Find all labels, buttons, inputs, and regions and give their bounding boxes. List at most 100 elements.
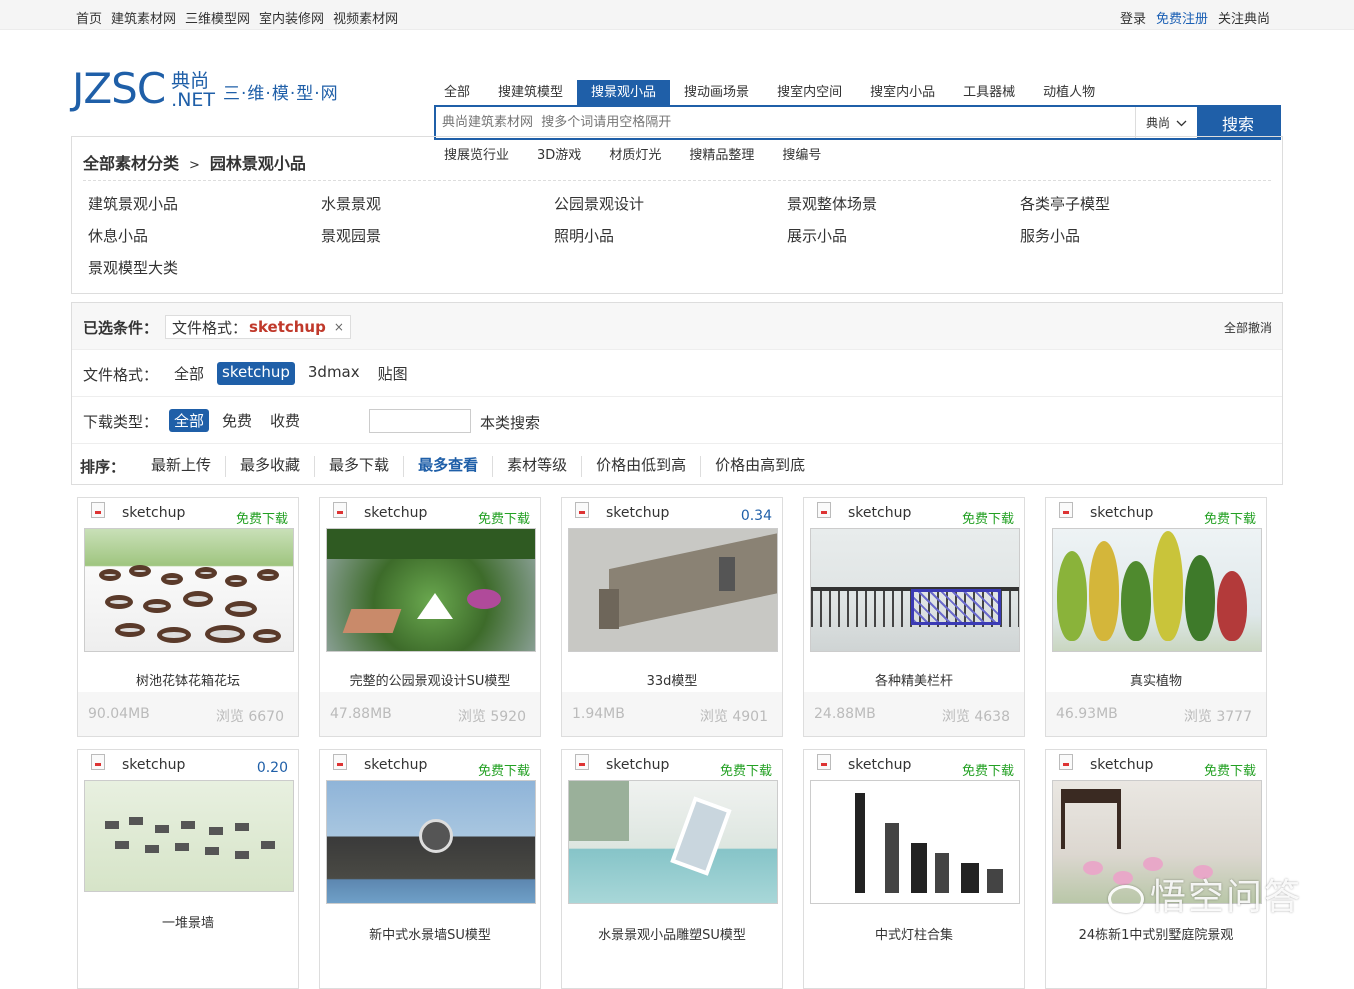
model-thumbnail[interactable] bbox=[84, 780, 294, 892]
sort-price-desc[interactable]: 价格由高到底 bbox=[701, 456, 819, 477]
sort-most-viewed[interactable]: 最多查看 bbox=[404, 456, 494, 477]
price-label[interactable]: 免费下载 bbox=[962, 508, 1014, 527]
nav-home-link[interactable]: 首页 bbox=[76, 8, 102, 27]
model-thumbnail[interactable] bbox=[326, 528, 536, 652]
nav-interior-link[interactable]: 室内装修网 bbox=[259, 8, 324, 27]
model-thumbnail[interactable] bbox=[84, 528, 294, 652]
category-link[interactable]: 服务小品 bbox=[1020, 225, 1253, 246]
model-title[interactable]: 33d模型 bbox=[562, 670, 782, 689]
tab-all[interactable]: 全部 bbox=[434, 80, 484, 106]
category-link[interactable]: 各类亭子模型 bbox=[1020, 193, 1253, 214]
site-logo[interactable]: JZSC 典尚 .NET 三·维·模·型·网 bbox=[72, 68, 339, 110]
model-card[interactable]: sketchup 免费下载 水景景观小品雕塑SU模型 bbox=[561, 749, 783, 989]
follow-link[interactable]: 关注典尚 bbox=[1218, 8, 1270, 27]
model-card[interactable]: sketchup 0.34 33d模型 1.94MB 浏览 4901 bbox=[561, 497, 783, 737]
category-search-input[interactable] bbox=[369, 409, 471, 433]
format-option-all[interactable]: 全部 bbox=[169, 362, 209, 385]
model-thumbnail[interactable] bbox=[568, 528, 778, 652]
file-format: sketchup bbox=[122, 757, 186, 773]
file-size: 90.04MB bbox=[88, 706, 150, 722]
model-thumbnail[interactable] bbox=[810, 528, 1020, 652]
download-option-all[interactable]: 全部 bbox=[169, 409, 210, 432]
model-thumbnail[interactable] bbox=[326, 780, 536, 904]
price-label[interactable]: 免费下载 bbox=[1204, 508, 1256, 527]
file-size: 24.88MB bbox=[814, 706, 876, 722]
search-scope-select[interactable]: 典尚 bbox=[1135, 107, 1197, 138]
tab-building-models[interactable]: 搜建筑模型 bbox=[484, 80, 577, 106]
model-title[interactable]: 24栋新1中式别墅庭院景观 bbox=[1046, 924, 1266, 943]
model-title[interactable]: 中式灯柱合集 bbox=[804, 924, 1024, 943]
breadcrumb: 全部素材分类 > 园林景观小品 bbox=[83, 150, 306, 174]
clear-all-link[interactable]: 全部撤消 bbox=[1224, 319, 1272, 336]
wukong-logo-icon bbox=[1108, 885, 1144, 913]
model-card[interactable]: sketchup 免费下载 各种精美栏杆 24.88MB 浏览 4638 bbox=[803, 497, 1025, 737]
sort-most-favorited[interactable]: 最多收藏 bbox=[226, 456, 316, 477]
model-card[interactable]: sketchup 免费下载 完整的公园景观设计SU模型 47.88MB 浏览 5… bbox=[319, 497, 541, 737]
search-input[interactable] bbox=[436, 107, 1135, 138]
format-option-3dmax[interactable]: 3dmax bbox=[303, 362, 365, 385]
category-link[interactable]: 照明小品 bbox=[554, 225, 787, 246]
price-label[interactable]: 免费下载 bbox=[236, 508, 288, 527]
price-label[interactable]: 免费下载 bbox=[478, 760, 530, 779]
model-title[interactable]: 一堆景墙 bbox=[78, 912, 298, 931]
sort-row: 排序： 最新上传 最多收藏 最多下载 最多查看 素材等级 价格由低到高 价格由高… bbox=[72, 444, 1282, 486]
model-card[interactable]: sketchup 免费下载 中式灯柱合集 bbox=[803, 749, 1025, 989]
sort-price-asc[interactable]: 价格由低到高 bbox=[582, 456, 702, 477]
login-link[interactable]: 登录 bbox=[1120, 8, 1146, 27]
format-option-texture[interactable]: 贴图 bbox=[373, 362, 413, 385]
category-link[interactable]: 水景景观 bbox=[321, 193, 554, 214]
model-title[interactable]: 完整的公园景观设计SU模型 bbox=[320, 670, 540, 689]
view-count: 浏览 4638 bbox=[941, 709, 1010, 725]
category-link[interactable]: 展示小品 bbox=[787, 225, 1020, 246]
model-card[interactable]: sketchup 免费下载 新中式水景墙SU模型 bbox=[319, 749, 541, 989]
category-link[interactable]: 建筑景观小品 bbox=[88, 193, 321, 214]
category-link[interactable]: 景观模型大类 bbox=[88, 257, 321, 278]
model-card[interactable]: sketchup 免费下载 真实植物 46.93MB 浏览 3777 bbox=[1045, 497, 1267, 737]
breadcrumb-root[interactable]: 全部素材分类 bbox=[83, 154, 179, 173]
logo-jzsc: JZSC bbox=[72, 64, 166, 113]
tab-landscape[interactable]: 搜景观小品 bbox=[577, 80, 671, 106]
chip-key: 文件格式： bbox=[172, 318, 248, 337]
price-label[interactable]: 免费下载 bbox=[720, 760, 772, 779]
category-link[interactable]: 景观园景 bbox=[321, 225, 554, 246]
sort-most-downloaded[interactable]: 最多下载 bbox=[315, 456, 405, 477]
model-title[interactable]: 新中式水景墙SU模型 bbox=[320, 924, 540, 943]
model-thumbnail[interactable] bbox=[568, 780, 778, 904]
file-format-icon bbox=[333, 754, 347, 770]
price-label[interactable]: 免费下载 bbox=[962, 760, 1014, 779]
tab-interior-space[interactable]: 搜室内空间 bbox=[763, 80, 856, 106]
model-card[interactable]: sketchup 免费下载 树池花钵花箱花坛 90.04MB 浏览 6670 bbox=[77, 497, 299, 737]
user-links: 登录 免费注册 关注典尚 bbox=[1120, 8, 1270, 27]
download-option-free[interactable]: 免费 bbox=[217, 409, 257, 432]
sort-grade[interactable]: 素材等级 bbox=[493, 456, 583, 477]
category-link[interactable]: 景观整体场景 bbox=[787, 193, 1020, 214]
price-label[interactable]: 免费下载 bbox=[478, 508, 530, 527]
format-option-sketchup[interactable]: sketchup bbox=[217, 362, 295, 385]
model-title[interactable]: 真实植物 bbox=[1046, 670, 1266, 689]
register-link[interactable]: 免费注册 bbox=[1156, 8, 1208, 27]
search-button[interactable]: 搜索 bbox=[1197, 107, 1279, 138]
model-thumbnail[interactable] bbox=[810, 780, 1020, 904]
price-label[interactable]: 0.34 bbox=[741, 508, 772, 524]
tab-tools[interactable]: 工具器械 bbox=[949, 80, 1029, 106]
sort-newest[interactable]: 最新上传 bbox=[137, 456, 227, 477]
nav-building-link[interactable]: 建筑素材网 bbox=[111, 8, 176, 27]
category-link[interactable]: 休息小品 bbox=[88, 225, 321, 246]
tab-people-plants[interactable]: 动植人物 bbox=[1029, 80, 1109, 106]
card-footer: 47.88MB 浏览 5920 bbox=[320, 692, 540, 736]
model-card[interactable]: sketchup 0.20 一堆景墙 bbox=[77, 749, 299, 989]
close-icon[interactable]: × bbox=[334, 320, 344, 334]
tab-interior-items[interactable]: 搜室内小品 bbox=[856, 80, 949, 106]
nav-3d-link[interactable]: 三维模型网 bbox=[185, 8, 250, 27]
category-search-button[interactable]: 本类搜索 bbox=[480, 412, 540, 433]
price-label[interactable]: 0.20 bbox=[257, 760, 288, 776]
model-title[interactable]: 水景景观小品雕塑SU模型 bbox=[562, 924, 782, 943]
model-title[interactable]: 各种精美栏杆 bbox=[804, 670, 1024, 689]
category-link[interactable]: 公园景观设计 bbox=[554, 193, 787, 214]
download-option-paid[interactable]: 收费 bbox=[265, 409, 305, 432]
price-label[interactable]: 免费下载 bbox=[1204, 760, 1256, 779]
nav-video-link[interactable]: 视频素材网 bbox=[333, 8, 398, 27]
model-thumbnail[interactable] bbox=[1052, 528, 1262, 652]
tab-animation[interactable]: 搜动画场景 bbox=[670, 80, 763, 106]
model-title[interactable]: 树池花钵花箱花坛 bbox=[78, 670, 298, 689]
